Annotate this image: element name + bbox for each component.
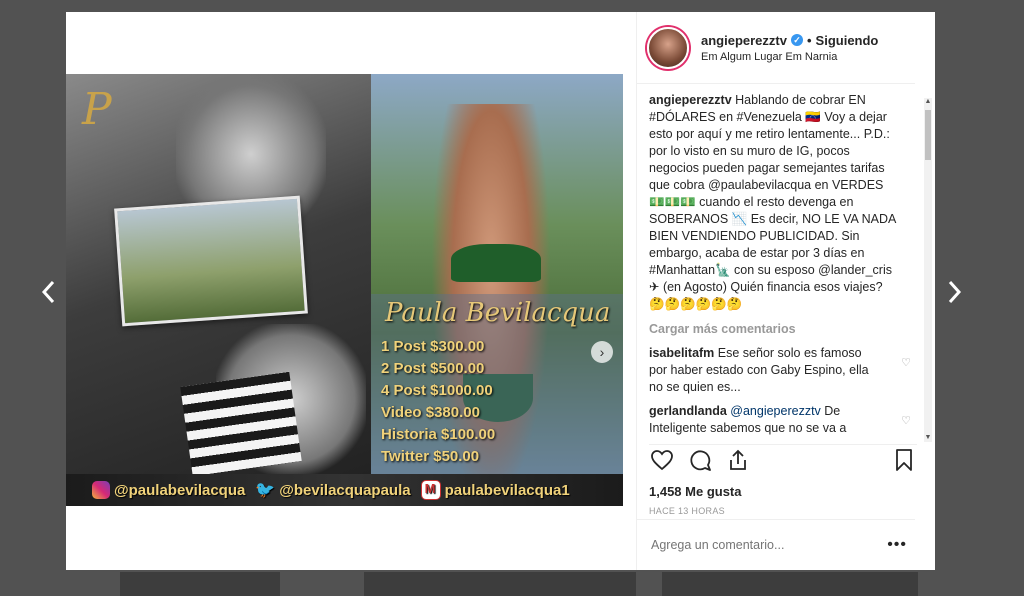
comment-mention[interactable]: @angieperezztv — [730, 404, 821, 418]
caption-text: Hablando de cobrar EN #DÓLARES en #Venez… — [649, 93, 896, 311]
share-icon[interactable] — [725, 447, 751, 473]
heart-icon[interactable]: ♡ — [901, 413, 911, 437]
background-thumbnail — [120, 572, 280, 596]
instagram-handle-text: @paulabevilacqua — [114, 481, 246, 499]
email-handle-text: paulabevilacqua1 — [444, 481, 570, 499]
caption-author[interactable]: angieperezztv — [649, 93, 732, 107]
scroll-thumb[interactable] — [925, 110, 931, 160]
bikini-top — [451, 244, 541, 282]
price-row: Historia $100.00 — [381, 426, 496, 443]
gmail-icon — [420, 480, 441, 500]
comments-list[interactable]: angieperezztv Hablando de cobrar EN #DÓL… — [637, 92, 915, 442]
comment-author[interactable]: isabelitafm — [649, 346, 714, 360]
background-thumbnail — [364, 572, 520, 596]
comment-item: isabelitafm Ese señor solo es famoso por… — [649, 345, 911, 396]
likes-count[interactable]: 1,458 Me gusta — [649, 484, 742, 499]
chevron-right-icon: › — [599, 344, 605, 360]
striped-shirt — [180, 371, 302, 477]
load-more-comments-button[interactable]: Cargar más comentarios — [649, 321, 915, 338]
image-left-panel: P — [66, 74, 371, 506]
monogram-logo: P — [82, 84, 112, 135]
twitter-handle: 🐦 @bevilacquapaula — [255, 480, 410, 500]
heart-icon[interactable]: ♡ — [901, 355, 911, 396]
caption: angieperezztv Hablando de cobrar EN #DÓL… — [649, 92, 899, 313]
carousel-next-button[interactable]: › — [591, 341, 613, 363]
location-link[interactable]: Em Algum Lugar Em Narnia — [701, 51, 878, 63]
price-row: 2 Post $500.00 — [381, 360, 485, 377]
post-timestamp: HACE 13 HORAS — [649, 506, 725, 516]
image-right-panel: Paula Bevilacqua 1 Post $300.00 2 Post $… — [371, 74, 623, 506]
avatar[interactable] — [647, 26, 689, 69]
post-header: angieperezztv ✓ • Siguiendo Em Algum Lug… — [637, 12, 915, 84]
chevron-right-icon — [948, 280, 962, 304]
email-handle: paulabevilacqua1 — [420, 480, 570, 500]
comment-item: gerlandlanda @angieperezztv De Inteligen… — [649, 403, 911, 437]
add-comment-input[interactable] — [649, 537, 883, 553]
post-actions — [649, 444, 917, 473]
verified-badge-icon: ✓ — [790, 34, 803, 46]
price-row: 1 Post $300.00 — [381, 338, 485, 355]
instagram-handle: @paulabevilacqua — [92, 481, 245, 499]
price-row: Twitter $50.00 — [381, 448, 480, 465]
next-post-button[interactable] — [943, 280, 967, 304]
background-thumbnail — [518, 572, 636, 596]
more-icon[interactable]: ••• — [887, 536, 907, 554]
comment-icon[interactable] — [687, 447, 713, 473]
chevron-left-icon — [41, 280, 55, 304]
post-modal: P Paula Bevilacqua 1 Post $300.00 2 Post… — [66, 12, 935, 570]
post-image[interactable]: P Paula Bevilacqua 1 Post $300.00 2 Post… — [66, 74, 623, 506]
separator-dot: • — [806, 32, 812, 48]
background-thumbnail — [662, 572, 918, 596]
post-media: P Paula Bevilacqua 1 Post $300.00 2 Post… — [66, 12, 636, 570]
post-sidebar: angieperezztv ✓ • Siguiendo Em Algum Lug… — [636, 12, 935, 570]
inset-photo — [114, 195, 308, 327]
username-link[interactable]: angieperezztv — [701, 33, 787, 48]
price-list: 1 Post $300.00 2 Post $500.00 4 Post $10… — [381, 336, 495, 468]
social-bar: @paulabevilacqua 🐦 @bevilacquapaula paul… — [66, 474, 623, 506]
previous-post-button[interactable] — [36, 280, 60, 304]
following-button[interactable]: Siguiendo — [816, 33, 879, 48]
comment-author[interactable]: gerlandlanda — [649, 404, 727, 418]
scroll-down-icon[interactable]: ▼ — [924, 434, 932, 442]
comments-scrollbar[interactable]: ▲ ▼ — [924, 98, 932, 442]
bookmark-icon[interactable] — [891, 447, 917, 473]
twitter-icon: 🐦 — [255, 482, 276, 499]
add-comment-bar: ••• — [637, 519, 915, 570]
instagram-icon — [92, 481, 110, 499]
price-row: Video $380.00 — [381, 404, 480, 421]
heart-icon[interactable] — [649, 447, 675, 473]
model-name: Paula Bevilacqua — [385, 298, 611, 328]
price-row: 4 Post $1000.00 — [381, 382, 493, 399]
twitter-handle-text: @bevilacquapaula — [279, 481, 411, 499]
scroll-up-icon[interactable]: ▲ — [924, 98, 932, 106]
